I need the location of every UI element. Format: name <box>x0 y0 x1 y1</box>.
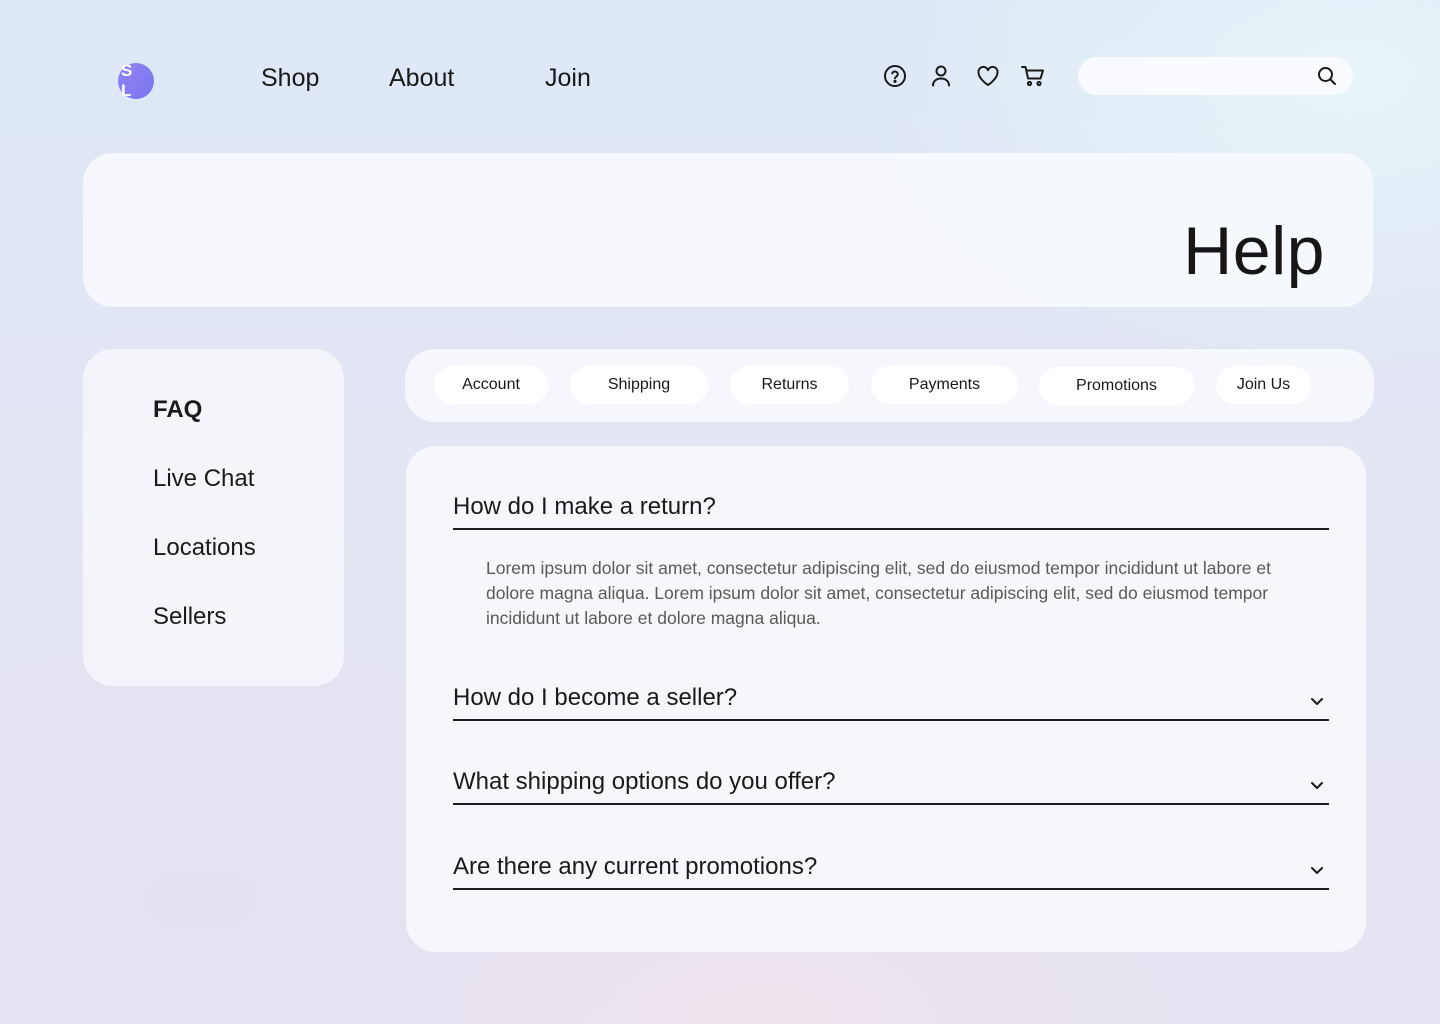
search-icon[interactable] <box>1317 66 1337 86</box>
nav-shop[interactable]: Shop <box>261 62 319 94</box>
nav-about[interactable]: About <box>389 62 454 94</box>
tab-shipping[interactable]: Shipping <box>570 366 708 404</box>
faq-answer: Lorem ipsum dolor sit amet, consectetur … <box>486 558 1271 628</box>
search-box[interactable] <box>1078 57 1353 95</box>
page-title: Help <box>1183 213 1325 289</box>
chevron-down-icon[interactable] <box>1309 777 1325 793</box>
logo[interactable]: S L <box>118 61 154 100</box>
category-tabs: Account Shipping Returns Payments Promot… <box>405 349 1374 422</box>
heart-icon[interactable] <box>975 62 1001 90</box>
faq-item-seller[interactable]: How do I become a seller? <box>453 674 1329 721</box>
tab-returns[interactable]: Returns <box>730 366 849 404</box>
faq-question: How do I become a seller? <box>453 684 738 711</box>
faq-item-promotions[interactable]: Are there any current promotions? <box>453 844 1329 890</box>
chevron-down-icon[interactable] <box>1309 862 1325 878</box>
tab-join-us[interactable]: Join Us <box>1216 366 1311 404</box>
faq-question: How do I make a return? <box>453 493 716 520</box>
help-sidebar: FAQ Live Chat Locations Sellers <box>83 349 344 686</box>
sidebar-item-sellers[interactable]: Sellers <box>153 602 226 632</box>
sidebar-item-locations[interactable]: Locations <box>153 533 256 563</box>
chevron-down-icon[interactable] <box>1309 693 1325 709</box>
help-icon[interactable] <box>882 62 908 90</box>
sidebar-item-faq[interactable]: FAQ <box>153 395 202 425</box>
user-icon[interactable] <box>928 62 954 90</box>
tab-promotions[interactable]: Promotions <box>1039 367 1194 405</box>
tab-account[interactable]: Account <box>434 366 548 404</box>
faq-item-return[interactable]: How do I make a return? <box>453 484 1329 530</box>
faq-panel: How do I make a return? Lorem ipsum dolo… <box>406 446 1366 952</box>
sidebar-item-live-chat[interactable]: Live Chat <box>153 464 254 494</box>
faq-question: What shipping options do you offer? <box>453 768 836 795</box>
faq-question: Are there any current promotions? <box>453 853 818 880</box>
tab-payments[interactable]: Payments <box>871 366 1018 404</box>
help-banner: Help <box>83 153 1373 307</box>
nav-join[interactable]: Join <box>545 62 591 94</box>
search-input[interactable] <box>1094 57 1304 95</box>
faq-item-shipping[interactable]: What shipping options do you offer? <box>453 759 1329 805</box>
cart-icon[interactable] <box>1020 62 1046 90</box>
